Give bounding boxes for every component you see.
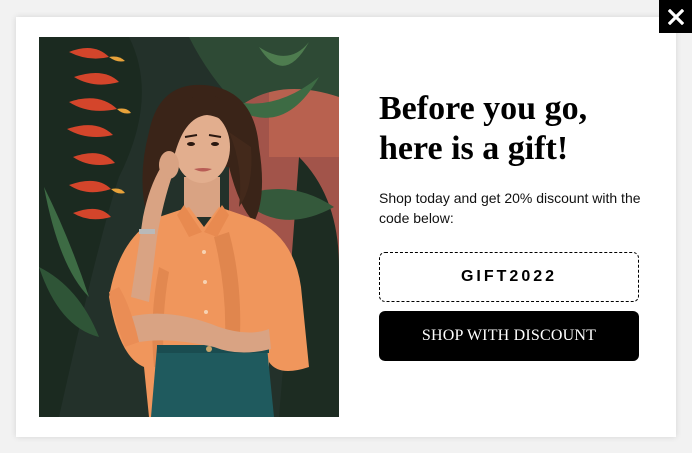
headline-line-2: here is a gift! [379, 130, 569, 167]
popup-subtext: Shop today and get 20% discount with the… [379, 190, 641, 226]
popup-headline: Before you go, here is a gift! [379, 89, 641, 169]
shop-with-discount-button[interactable]: SHOP WITH DISCOUNT [379, 311, 639, 361]
model-photo [39, 37, 339, 417]
exit-intent-popup: Before you go, here is a gift! Shop toda… [16, 17, 676, 437]
headline-line-1: Before you go, [379, 90, 588, 127]
close-button[interactable] [659, 0, 692, 33]
popup-content: Before you go, here is a gift! Shop toda… [379, 89, 641, 361]
discount-code-box[interactable]: GIFT2022 [379, 252, 639, 302]
close-icon [667, 8, 684, 25]
